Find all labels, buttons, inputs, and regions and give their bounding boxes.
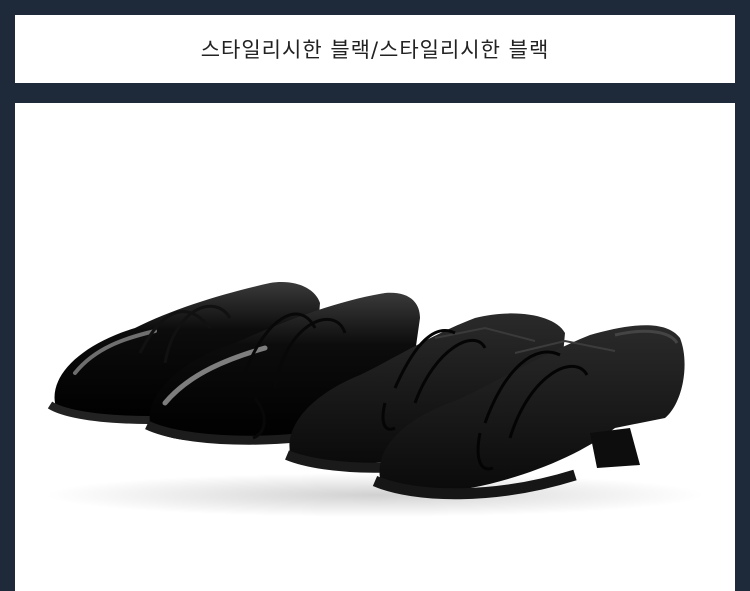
product-photo <box>15 103 735 591</box>
page-title: 스타일리시한 블랙/스타일리시한 블랙 <box>200 38 550 62</box>
title-bar: 스타일리시한 블랙/스타일리시한 블랙 <box>15 15 735 83</box>
